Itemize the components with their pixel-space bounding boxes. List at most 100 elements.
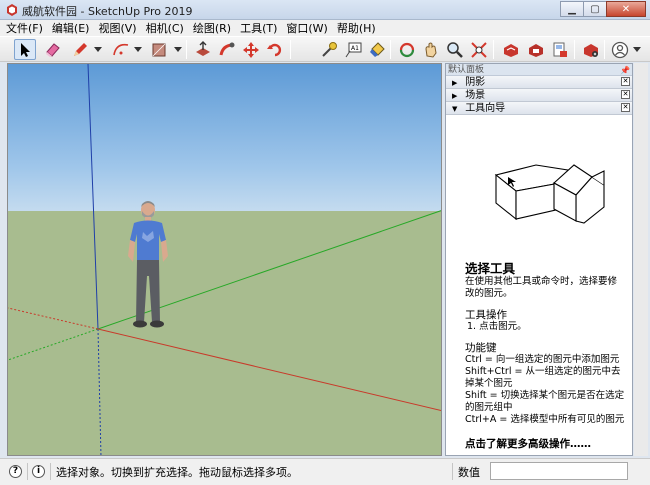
zoom-icon <box>447 41 463 58</box>
shape-dropdown-arrow[interactable] <box>174 47 182 52</box>
status-separator <box>50 463 51 480</box>
close-section-icon[interactable]: ✕ <box>621 77 630 86</box>
collapse-arrow-icon: ▼ <box>452 105 458 113</box>
send-to-layout-button[interactable] <box>549 39 571 60</box>
modifier-keys-heading: 功能键 <box>465 342 497 354</box>
toolbar-separator <box>493 40 494 59</box>
rotate-icon <box>267 43 282 56</box>
credits-icon[interactable]: i <box>32 465 45 478</box>
arc-icon <box>113 43 129 55</box>
default-tray: 默认面板 📌 ▶ 阴影 ✕ ▶ 场景 ✕ ▼ 工具向导 ✕ 选择工具 在使用其他… <box>445 63 633 456</box>
toolbar-separator <box>574 40 575 59</box>
menu-draw[interactable]: 绘图(R) <box>193 20 231 36</box>
extension-manager-icon <box>584 43 598 57</box>
toolbar-separator <box>604 40 605 59</box>
title-bar: 威航软件园 - SketchUp Pro 2019 ▁ ▢ ✕ <box>0 0 650 20</box>
model-viewport[interactable] <box>7 63 442 456</box>
move-icon <box>243 41 259 58</box>
modifier-key-item: Ctrl+A = 选择模型中所有可见的图元 <box>465 414 625 425</box>
status-separator <box>452 463 453 480</box>
measurements-input[interactable] <box>490 462 628 480</box>
modifier-key-item: Shift+Ctrl = 从一组选定的图元中去掉某个图元 <box>465 366 621 389</box>
menu-window[interactable]: 窗口(W) <box>286 20 327 36</box>
status-message: 选择对象。切换到扩充选择。拖动鼠标选择多项。 <box>56 466 298 479</box>
push-pull-icon <box>196 40 210 56</box>
panel-section-shadows[interactable]: ▶ 阴影 ✕ <box>446 76 632 89</box>
zoom-extents-icon <box>471 41 487 58</box>
follow-me-tool-button[interactable] <box>216 39 238 60</box>
close-section-icon[interactable]: ✕ <box>621 103 630 112</box>
close-button[interactable]: ✕ <box>606 1 646 17</box>
arc-dropdown-arrow[interactable] <box>134 47 142 52</box>
extension-warehouse-button[interactable] <box>525 39 547 60</box>
sketchup-icon <box>7 4 17 16</box>
house-illustration <box>494 164 605 224</box>
section-label: 工具向导 <box>465 103 506 114</box>
eraser-tool-button[interactable] <box>42 39 64 60</box>
advanced-operations-link[interactable]: 点击了解更多高级操作…… <box>465 438 625 450</box>
tray-title: 默认面板 <box>448 65 485 75</box>
panel-section-instructor[interactable]: ▼ 工具向导 ✕ <box>446 102 632 115</box>
eraser-icon <box>46 42 60 57</box>
person-figure[interactable] <box>126 198 170 330</box>
zoom-tool-button[interactable] <box>444 39 466 60</box>
section-label: 阴影 <box>465 77 486 88</box>
tray-title-bar: 默认面板 📌 <box>446 64 632 76</box>
tape-measure-icon <box>322 41 337 57</box>
move-tool-button[interactable] <box>240 39 262 60</box>
text-icon: A1 <box>345 42 362 57</box>
pan-tool-button[interactable] <box>420 39 442 60</box>
menu-edit[interactable]: 编辑(E) <box>52 20 90 36</box>
paint-bucket-tool-button[interactable] <box>366 39 388 60</box>
tool-op-item: 1. 点击图元。 <box>467 321 527 332</box>
geo-location-icon[interactable]: ? <box>9 465 22 478</box>
select-icon <box>21 42 30 57</box>
tool-description: 在使用其他工具或命令时，选择要修改的图元。 <box>465 276 618 299</box>
axes <box>8 64 441 455</box>
orbit-tool-button[interactable] <box>396 39 418 60</box>
paint-bucket-icon <box>370 41 385 57</box>
menu-tools[interactable]: 工具(T) <box>240 20 277 36</box>
extension-warehouse-icon <box>529 43 543 57</box>
arc-tool-button[interactable] <box>110 39 132 60</box>
tool-name: 选择工具 <box>465 261 516 276</box>
panel-section-scenes[interactable]: ▶ 场景 ✕ <box>446 89 632 102</box>
select-tool-button[interactable] <box>14 39 36 60</box>
pan-icon <box>425 42 437 58</box>
toolbar-separator <box>390 40 391 59</box>
section-label: 场景 <box>465 90 486 101</box>
maximize-button[interactable]: ▢ <box>583 1 607 17</box>
window-title: 威航软件园 - SketchUp Pro 2019 <box>22 5 193 18</box>
modifier-key-item: Shift = 切换选择某个图元是否在选定的图元组中 <box>465 390 625 413</box>
status-separator <box>27 463 28 480</box>
rectangle-tool-button[interactable] <box>148 39 170 60</box>
menu-camera[interactable]: 相机(C) <box>146 20 184 36</box>
tool-ops-heading: 工具操作 <box>465 309 507 321</box>
orbit-icon <box>399 42 415 57</box>
extension-manager-button[interactable] <box>580 39 602 60</box>
toolbar-separator <box>290 40 291 59</box>
svg-text:A1: A1 <box>351 45 359 52</box>
push-pull-tool-button[interactable] <box>192 39 214 60</box>
text-tool-button[interactable]: A1 <box>342 39 364 60</box>
instructor-help: 选择工具 在使用其他工具或命令时，选择要修改的图元。 工具操作 1. 点击图元。… <box>465 261 625 450</box>
zoom-extents-tool-button[interactable] <box>468 39 490 60</box>
account-button[interactable] <box>609 39 631 60</box>
minimize-button[interactable]: ▁ <box>560 1 584 17</box>
status-bar: ? i 选择对象。切换到扩充选择。拖动鼠标选择多项。 数值 <box>0 458 650 485</box>
menu-help[interactable]: 帮助(H) <box>337 20 376 36</box>
tape-measure-tool-button[interactable] <box>318 39 340 60</box>
follow-me-icon <box>219 42 235 55</box>
rotate-tool-button[interactable] <box>264 39 286 60</box>
toolbar-separator <box>186 40 187 59</box>
tray-scrollbar[interactable] <box>634 63 648 456</box>
menu-view[interactable]: 视图(V) <box>98 20 136 36</box>
close-section-icon[interactable]: ✕ <box>621 90 630 99</box>
modifier-key-item: Ctrl = 向一组选定的图元中添加图元 <box>465 354 620 365</box>
account-dropdown-arrow[interactable] <box>633 47 641 52</box>
menu-file[interactable]: 文件(F) <box>6 20 43 36</box>
pencil-tool-button[interactable] <box>69 39 91 60</box>
warehouse-button[interactable] <box>500 39 522 60</box>
pencil-dropdown-arrow[interactable] <box>94 47 102 52</box>
account-icon <box>611 41 629 58</box>
